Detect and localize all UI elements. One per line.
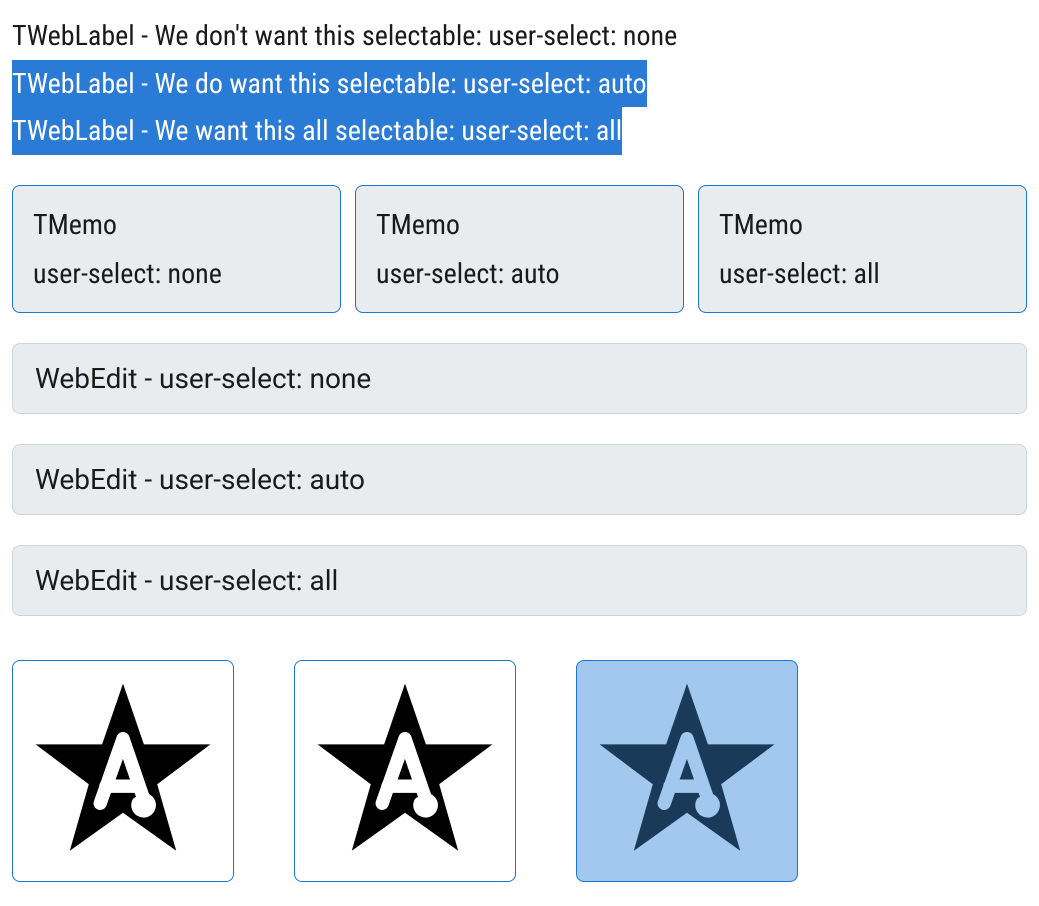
star-letter-a-icon [310,676,500,866]
memo-row: TMemo user-select: none TMemo user-selec… [12,185,1027,313]
label-user-select-none: TWebLabel - We don't want this selectabl… [12,12,677,60]
image-user-select-all[interactable] [576,660,798,882]
webedit-user-select-auto[interactable] [12,444,1027,515]
memo-subtext: user-select: all [719,249,1006,298]
memo-title: TMemo [719,200,1006,249]
label-user-select-all: TWebLabel - We want this all selectable:… [12,107,622,155]
webedit-user-select-all[interactable] [12,545,1027,616]
memo-subtext: user-select: none [33,249,320,298]
memo-user-select-all[interactable]: TMemo user-select: all [698,185,1027,313]
memo-user-select-none[interactable]: TMemo user-select: none [12,185,341,313]
image-user-select-auto[interactable] [294,660,516,882]
memo-title: TMemo [33,200,320,249]
memo-title: TMemo [376,200,663,249]
star-letter-a-icon [28,676,218,866]
star-letter-a-icon [592,676,782,866]
image-user-select-none[interactable] [12,660,234,882]
image-row [12,660,1027,882]
webedit-user-select-none[interactable] [12,343,1027,414]
label-user-select-auto: TWebLabel - We do want this selectable: … [12,60,647,108]
memo-user-select-auto[interactable]: TMemo user-select: auto [355,185,684,313]
memo-subtext: user-select: auto [376,249,663,298]
